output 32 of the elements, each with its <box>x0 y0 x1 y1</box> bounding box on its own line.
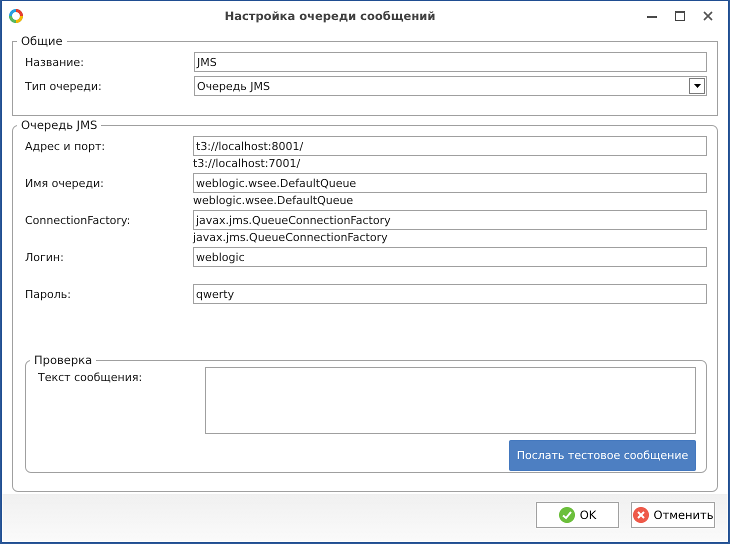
field-label: Имя очереди: <box>25 176 105 190</box>
cancel-icon <box>632 507 649 523</box>
check-icon <box>558 507 575 523</box>
input-field[interactable]: weblogic.wsee.DefaultQueue <box>193 173 707 193</box>
dropdown-button[interactable] <box>689 78 705 94</box>
input-field[interactable]: t3://localhost:8001/ <box>193 136 707 156</box>
input-field[interactable]: qwerty <box>193 284 707 304</box>
field-label: Пароль: <box>25 287 72 301</box>
default-value-text: javax.jms.QueueConnectionFactory <box>193 231 389 245</box>
send-test-button[interactable]: Послать тестовое сообщение <box>509 440 696 471</box>
ok-button[interactable]: OK <box>536 502 619 528</box>
app-logo-icon <box>8 8 24 24</box>
window-title: Настройка очереди сообщений <box>224 9 436 23</box>
field-label: ConnectionFactory: <box>25 213 132 227</box>
default-value-text: t3://localhost:7001/ <box>193 157 302 171</box>
default-value-text: weblogic.wsee.DefaultQueue <box>193 194 354 208</box>
field-label: Тип очереди: <box>25 79 103 93</box>
group-title: Общие <box>20 34 64 48</box>
input-field[interactable]: javax.jms.QueueConnectionFactory <box>193 210 707 230</box>
field-label: Текст сообщения: <box>38 370 142 386</box>
field-label: Название: <box>25 55 85 69</box>
field-label: Адрес и порт: <box>25 139 106 153</box>
maximize-icon <box>674 10 686 22</box>
input-field[interactable]: weblogic <box>193 247 707 267</box>
cancel-button[interactable]: Отменить <box>631 502 715 528</box>
field-label: Логин: <box>25 250 65 264</box>
caret-icon <box>694 84 700 88</box>
close-icon <box>702 10 714 22</box>
input-field[interactable]: JMS <box>194 52 707 72</box>
queue-type-dropdown[interactable]: Очередь JMS <box>194 76 707 96</box>
group-title: Очередь JMS <box>20 118 98 132</box>
group-title: Проверка <box>33 353 94 367</box>
